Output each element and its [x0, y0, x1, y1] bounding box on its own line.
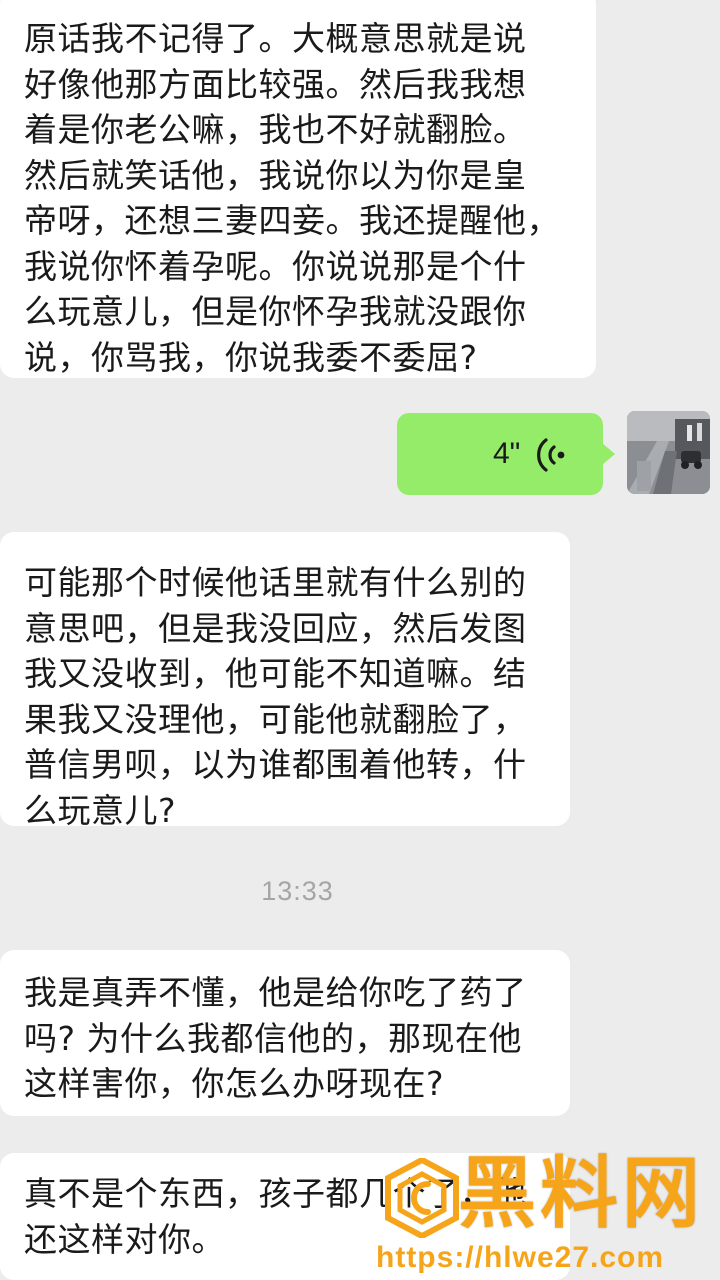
incoming-message-bubble[interactable]: 原话我不记得了。大概意思就是说 好像他那方面比较强。然后我我想 着是你老公嘛，我…: [0, 0, 596, 378]
incoming-message-bubble[interactable]: 真不是个东西，孩子都几个了，他 还这样对你。: [0, 1153, 570, 1280]
incoming-message-bubble[interactable]: 可能那个时候他话里就有什么别的 意思吧，但是我没回应，然后发图 我又没收到，他可…: [0, 532, 570, 830]
voice-message-bubble[interactable]: 4": [397, 413, 615, 495]
incoming-message-bubble[interactable]: 我是真弄不懂，他是给你吃了药了 吗? 为什么我都信他的，那现在他 这样害你，你怎…: [0, 950, 570, 1116]
avatar-photo: [627, 411, 710, 494]
avatar[interactable]: [627, 411, 710, 494]
voice-wave-icon: [537, 438, 565, 472]
voice-duration: 4": [493, 437, 521, 470]
message-timestamp: 13:33: [261, 876, 334, 906]
